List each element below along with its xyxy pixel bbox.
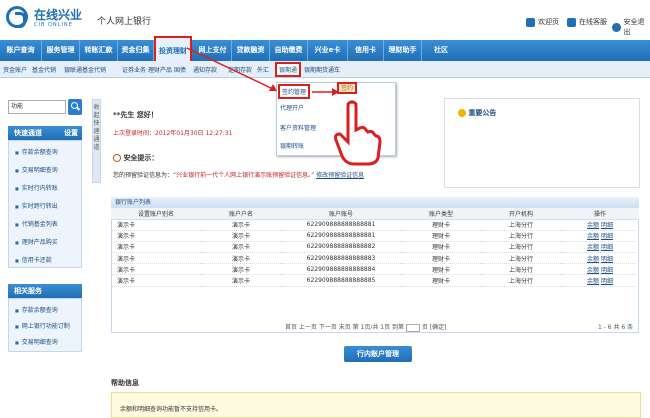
col-type: 账户类型 bbox=[401, 208, 481, 220]
nav-transfer[interactable]: 转账汇款 bbox=[80, 40, 118, 61]
subnav-fund-agency[interactable]: 基金代销 bbox=[32, 65, 56, 74]
last-login-time: 上次登录时间：2012年01月30日 12:27:31 bbox=[113, 130, 233, 137]
related-services-list: 存款余额查询 网上银行功能订制 交易明细查询 bbox=[8, 298, 82, 352]
site-title: 个人网上银行 bbox=[97, 17, 152, 27]
details-link[interactable]: 明细 bbox=[601, 267, 613, 274]
power-icon bbox=[612, 22, 621, 32]
quick-item[interactable]: 信用卡还款 bbox=[15, 255, 52, 264]
security-tip-line: 您的预留验证信息为：“兴业银行前一代个人网上银行演示账预留验证信息。” 修改预留… bbox=[113, 172, 365, 179]
nav-community[interactable]: 社区 bbox=[422, 40, 460, 61]
online-service-link[interactable]: 在线客服 bbox=[567, 17, 607, 27]
notice-title: 重要公告 bbox=[458, 108, 496, 118]
quick-item[interactable]: 实时行内转账 bbox=[15, 183, 58, 192]
main-nav: 账户查询 服务管理 转账汇款 资金归集 投资理财 网上支付 贷款融资 自助缴费 … bbox=[0, 36, 650, 63]
lock-icon bbox=[113, 154, 121, 162]
related-item[interactable]: 存款余额查询 bbox=[15, 305, 58, 314]
col-branch: 开户机构 bbox=[481, 208, 561, 220]
verification-message: “兴业银行前一代个人网上银行演示账预留验证信息。” bbox=[173, 172, 315, 179]
subnav-wealth-products[interactable]: 理财产品 bbox=[148, 65, 172, 74]
col-actions: 操作 bbox=[561, 208, 639, 220]
pager-confirm[interactable]: 页 [确定] bbox=[422, 324, 447, 331]
balance-link[interactable]: 余额 bbox=[587, 267, 599, 274]
collapse-quick-access[interactable]: 收起快速通道 bbox=[92, 99, 101, 183]
table-header-row: 设置账户别名 账户户名 账户账号 账户类型 开户机构 操作 bbox=[111, 208, 639, 220]
account-table: 设置账户别名 账户户名 账户账号 账户类型 开户机构 操作 演示卡 演示卡 6229… bbox=[111, 208, 639, 287]
account-management-button[interactable]: 行内账户管理 bbox=[344, 346, 412, 362]
quick-access-header: 快速通道 设置 bbox=[8, 126, 82, 140]
greeting-text: **先生 您好！ bbox=[113, 111, 158, 119]
security-tip-title: 安全提示： bbox=[113, 153, 158, 163]
quick-item[interactable]: 理财产品购买 bbox=[15, 237, 58, 246]
brand-subtitle: CIB ONLINE bbox=[34, 22, 73, 28]
nav-fund-pool[interactable]: 资金归集 bbox=[118, 40, 154, 61]
details-link[interactable]: 明细 bbox=[601, 233, 613, 240]
bulb-icon bbox=[458, 109, 466, 117]
dropdown-item-open-account[interactable]: 代理开户 bbox=[280, 103, 304, 112]
bank-logo-icon bbox=[6, 6, 28, 28]
details-link[interactable]: 明细 bbox=[601, 222, 613, 229]
subnav-unionpay-fund[interactable]: 银联通基金代销 bbox=[64, 65, 106, 74]
submenu-sign[interactable]: 签约 bbox=[337, 82, 357, 94]
table-row: 演示卡 演示卡 622909888888888883 理财卡 上海分行 余额 明细 bbox=[111, 252, 639, 265]
subnav-futures-express[interactable]: 银期期货通车 bbox=[304, 65, 340, 74]
details-link[interactable]: 明细 bbox=[601, 244, 613, 251]
dropdown-item-customer-info[interactable]: 客户资料管理 bbox=[280, 123, 316, 132]
balance-link[interactable]: 余额 bbox=[587, 244, 599, 251]
function-search-input[interactable]: 功能 bbox=[8, 100, 66, 114]
subnav-securities[interactable]: 证券业务 bbox=[122, 65, 146, 74]
sub-nav: 资金账户 基金代销 银联通基金代销 证券业务 理财产品 国债 通知存款 定期存款… bbox=[0, 61, 650, 78]
nav-service[interactable]: 服务管理 bbox=[42, 40, 80, 61]
related-item[interactable]: 网上银行功能订制 bbox=[15, 321, 70, 330]
pointer-hand-icon bbox=[334, 100, 382, 166]
pager-controls[interactable]: 首页 上一页 下一页 末页 第 1页/共 1页 到第 bbox=[285, 324, 404, 331]
nav-account-query[interactable]: 账户查询 bbox=[0, 40, 42, 61]
balance-link[interactable]: 余额 bbox=[587, 256, 599, 263]
logout-link[interactable]: 安全退出 bbox=[612, 17, 650, 37]
quick-settings-link[interactable]: 设置 bbox=[64, 126, 78, 140]
balance-link[interactable]: 余额 bbox=[587, 233, 599, 240]
quick-access-list: 存款余额查询 交易明细查询 实时行内转账 实时跨行转出 代销基金列表 理财产品购… bbox=[8, 140, 82, 268]
table-row: 演示卡 演示卡 622909888888888881 理财卡 上海分行 余额 明细 bbox=[111, 230, 639, 242]
dropdown-item-bank-futures-transfer[interactable]: 银期转账 bbox=[280, 141, 304, 150]
col-number: 账户账号 bbox=[281, 208, 401, 220]
balance-link[interactable]: 余额 bbox=[587, 278, 599, 285]
help-text: 余额和明细查询功能暂不支持信用卡。 bbox=[120, 406, 223, 413]
nav-ecard[interactable]: 兴业e卡 bbox=[308, 40, 348, 61]
account-table-title: 银行账户列表 bbox=[111, 197, 639, 208]
quick-item[interactable]: 存款余额查询 bbox=[15, 147, 58, 156]
details-link[interactable]: 明细 bbox=[601, 256, 613, 263]
quick-item[interactable]: 代销基金列表 bbox=[15, 219, 58, 228]
table-row: 演示卡 演示卡 622909888888888884 理财卡 上海分行 余额 明细 bbox=[111, 263, 639, 276]
nav-credit-card[interactable]: 信用卡 bbox=[348, 40, 384, 61]
details-link[interactable]: 明细 bbox=[601, 278, 613, 285]
brand-name: 在线兴业 bbox=[34, 8, 83, 22]
help-title: 帮助信息 bbox=[111, 379, 139, 387]
submenu-arrow-icon bbox=[312, 88, 339, 96]
related-services-header: 相关服务 bbox=[8, 284, 82, 298]
modify-verification-link[interactable]: 修改预留验证信息 bbox=[316, 172, 364, 179]
record-count: 1 - 6 共 6 条 bbox=[598, 324, 634, 331]
welcome-link[interactable]: 欢迎页 bbox=[526, 17, 559, 27]
col-alias: 设置账户别名 bbox=[111, 208, 201, 220]
user-icon bbox=[567, 17, 576, 27]
quick-item[interactable]: 实时跨行转出 bbox=[15, 201, 58, 210]
pagination: 首页 上一页 下一页 末页 第 1页/共 1页 到第 页 [确定] bbox=[285, 322, 446, 332]
search-icon[interactable] bbox=[68, 99, 82, 115]
nav-finance-helper[interactable]: 理财助手 bbox=[384, 40, 422, 61]
table-row: 演示卡 演示卡 622909888888888885 理财卡 上海分行 余额 明细 bbox=[111, 274, 639, 287]
home-icon bbox=[526, 17, 535, 27]
col-name: 账户户名 bbox=[201, 208, 281, 220]
subnav-fund-account[interactable]: 资金账户 bbox=[3, 65, 27, 74]
page-number-input[interactable] bbox=[405, 323, 420, 332]
red-arrow-icon bbox=[186, 47, 277, 91]
balance-link[interactable]: 余额 bbox=[587, 222, 599, 229]
table-row: 演示卡 演示卡 622909888888888881 理财卡 上海分行 余额 明细 bbox=[111, 219, 639, 231]
quick-item[interactable]: 交易明细查询 bbox=[15, 165, 58, 174]
related-item[interactable]: 交易明细查询 bbox=[15, 337, 58, 346]
table-row: 演示卡 演示卡 622909888888888882 理财卡 上海分行 余额 明细 bbox=[111, 241, 639, 254]
